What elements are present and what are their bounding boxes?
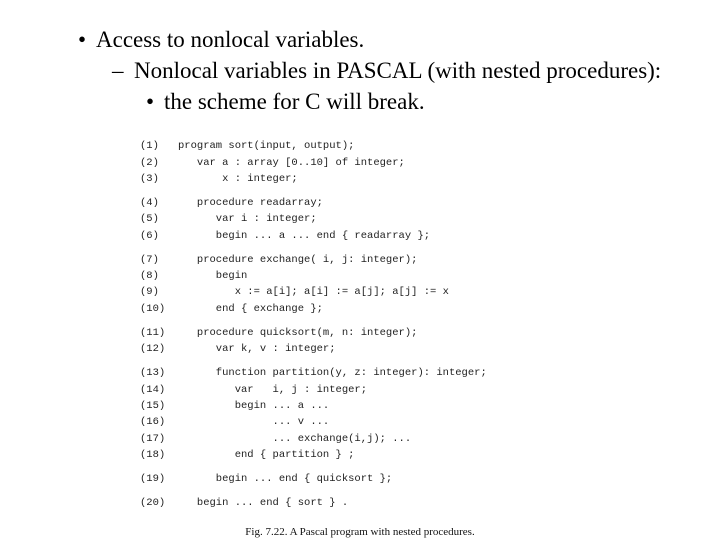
code-line: (14) var i, j : integer; <box>140 382 580 398</box>
code-figure: (1)program sort(input, output); (2) var … <box>140 138 580 540</box>
code-line: (10) end { exchange }; <box>140 301 580 317</box>
line-number: (14) <box>140 382 178 398</box>
code-group-5: (13) function partition(y, z: integer): … <box>140 365 580 463</box>
code-line: (18) end { partition } ; <box>140 447 580 463</box>
code-text: begin ... a ... end { readarray }; <box>178 228 430 244</box>
code-line: (4) procedure readarray; <box>140 195 580 211</box>
line-number: (18) <box>140 447 178 463</box>
code-text: ... v ... <box>178 414 329 430</box>
bullet-level2-text: Nonlocal variables in PASCAL (with neste… <box>134 57 661 86</box>
code-group-6: (19) begin ... end { quicksort }; <box>140 471 580 487</box>
line-number: (2) <box>140 155 178 171</box>
code-line: (11) procedure quicksort(m, n: integer); <box>140 325 580 341</box>
code-line: (15) begin ... a ... <box>140 398 580 414</box>
code-text: end { partition } ; <box>178 447 354 463</box>
line-number: (17) <box>140 431 178 447</box>
bullet-dash-icon: – <box>112 57 134 86</box>
code-line: (5) var i : integer; <box>140 211 580 227</box>
code-line: (2) var a : array [0..10] of integer; <box>140 155 580 171</box>
code-group-3: (7) procedure exchange( i, j: integer); … <box>140 252 580 317</box>
bullet-level2: – Nonlocal variables in PASCAL (with nes… <box>112 57 670 86</box>
bullet-level3-text: the scheme for C will break. <box>164 88 425 117</box>
code-text: ... exchange(i,j); ... <box>178 431 411 447</box>
code-text: var a : array [0..10] of integer; <box>178 155 405 171</box>
code-text: program sort(input, output); <box>178 138 354 154</box>
code-line: (17) ... exchange(i,j); ... <box>140 431 580 447</box>
bullet-level1: • Access to nonlocal variables. <box>78 26 670 55</box>
line-number: (19) <box>140 471 178 487</box>
code-text: begin ... end { sort } . <box>178 495 348 511</box>
code-line: (3) x : integer; <box>140 171 580 187</box>
code-text: var i : integer; <box>178 211 317 227</box>
line-number: (13) <box>140 365 178 381</box>
slide: • Access to nonlocal variables. – Nonloc… <box>0 0 720 551</box>
code-line: (7) procedure exchange( i, j: integer); <box>140 252 580 268</box>
code-group-4: (11) procedure quicksort(m, n: integer);… <box>140 325 580 358</box>
code-group-1: (1)program sort(input, output); (2) var … <box>140 138 580 187</box>
line-number: (3) <box>140 171 178 187</box>
code-text: begin ... end { quicksort }; <box>178 471 392 487</box>
code-text: x : integer; <box>178 171 298 187</box>
code-text: var k, v : integer; <box>178 341 336 357</box>
line-number: (20) <box>140 495 178 511</box>
line-number: (9) <box>140 284 178 300</box>
code-group-2: (4) procedure readarray; (5) var i : int… <box>140 195 580 244</box>
line-number: (15) <box>140 398 178 414</box>
code-line: (8) begin <box>140 268 580 284</box>
line-number: (6) <box>140 228 178 244</box>
code-line: (20) begin ... end { sort } . <box>140 495 580 511</box>
line-number: (5) <box>140 211 178 227</box>
code-line: (1)program sort(input, output); <box>140 138 580 154</box>
bullet-level1-text: Access to nonlocal variables. <box>96 26 364 55</box>
line-number: (11) <box>140 325 178 341</box>
code-text: begin ... a ... <box>178 398 329 414</box>
line-number: (12) <box>140 341 178 357</box>
code-line: (12) var k, v : integer; <box>140 341 580 357</box>
bullet-dot-icon: • <box>78 26 96 55</box>
code-text: procedure quicksort(m, n: integer); <box>178 325 417 341</box>
line-number: (1) <box>140 138 178 154</box>
bullet-level3: • the scheme for C will break. <box>146 88 670 117</box>
code-line: (6) begin ... a ... end { readarray }; <box>140 228 580 244</box>
code-text: begin <box>178 268 247 284</box>
code-group-7: (20) begin ... end { sort } . <box>140 495 580 511</box>
line-number: (4) <box>140 195 178 211</box>
code-line: (19) begin ... end { quicksort }; <box>140 471 580 487</box>
code-line: (13) function partition(y, z: integer): … <box>140 365 580 381</box>
code-text: procedure exchange( i, j: integer); <box>178 252 417 268</box>
code-line: (9) x := a[i]; a[i] := a[j]; a[j] := x <box>140 284 580 300</box>
figure-caption: Fig. 7.22. A Pascal program with nested … <box>140 524 580 541</box>
code-text: var i, j : integer; <box>178 382 367 398</box>
line-number: (10) <box>140 301 178 317</box>
line-number: (16) <box>140 414 178 430</box>
code-text: function partition(y, z: integer): integ… <box>178 365 487 381</box>
code-text: procedure readarray; <box>178 195 323 211</box>
bullet-dot-icon: • <box>146 88 164 117</box>
line-number: (7) <box>140 252 178 268</box>
code-line: (16) ... v ... <box>140 414 580 430</box>
code-text: x := a[i]; a[i] := a[j]; a[j] := x <box>178 284 449 300</box>
code-text: end { exchange }; <box>178 301 323 317</box>
line-number: (8) <box>140 268 178 284</box>
